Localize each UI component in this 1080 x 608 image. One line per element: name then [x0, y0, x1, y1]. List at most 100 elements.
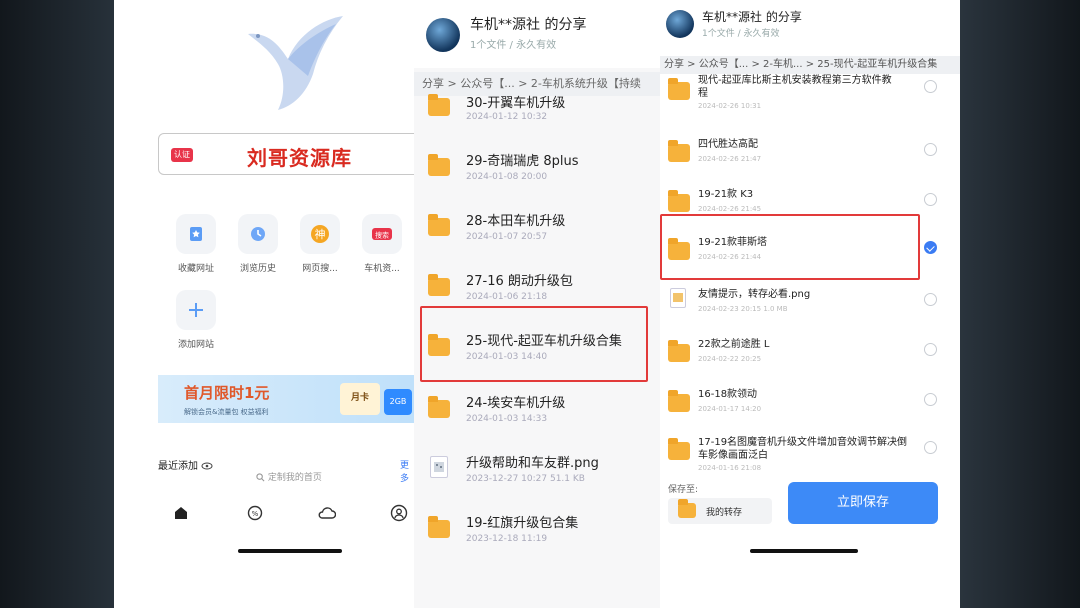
list-item[interactable]: 16-18款领动 2024-01-17 14:20 [660, 386, 960, 420]
app-label: 添加网站 [177, 340, 214, 350]
item-name: 27-16 朗动升级包 [466, 274, 573, 289]
folder-icon [428, 214, 450, 236]
customize-homepage-link[interactable]: 定制我的首页 [256, 470, 322, 483]
promo-subtitle: 解锁会员&流量包 权益福利 [184, 408, 269, 416]
promo-card-data: 2GB [384, 389, 412, 415]
promo-banner[interactable]: 首月限时1元 解锁会员&流量包 权益福利 月卡 2GB [158, 375, 414, 423]
item-date: 2023-12-18 11:19 [466, 534, 548, 544]
highlight-box [420, 306, 648, 382]
item-name: 28-本田车机升级 [466, 214, 566, 229]
recent-added-label: 最近添加 [158, 457, 213, 472]
list-item[interactable]: 24-埃安车机升级 2024-01-03 14:33 [414, 390, 660, 434]
video-frame: 认证 刘哥资源库 收藏网址 浏览历史 神 网页搜... 搜索 车机资... 添加… [0, 0, 1080, 608]
customize-homepage-text: 定制我的首页 [267, 473, 322, 483]
folder-icon [428, 516, 450, 538]
webpage-search-icon: 神 [300, 214, 340, 254]
tab-discover[interactable]: % [244, 502, 266, 524]
brand-title: 刘哥资源库 [247, 146, 352, 170]
svg-text:%: % [252, 510, 259, 518]
list-item[interactable]: 30-开翼车机升级 2024-01-12 10:32 [414, 88, 660, 128]
select-checkbox[interactable] [924, 343, 937, 356]
list-item[interactable]: 22款之前途胜 L 2024-02-22 20:25 [660, 336, 960, 370]
save-to-label: 保存至: [668, 485, 699, 495]
folder-icon [428, 274, 450, 296]
folder-icon [668, 390, 690, 412]
cloud-icon [318, 507, 336, 519]
list-item[interactable]: 四代胜达高配 2024-02-26 21:47 [660, 136, 960, 170]
share-header: 车机**源社 的分享 1个文件 / 永久有效 [414, 0, 660, 68]
save-destination-name: 我的转存 [706, 508, 743, 518]
share-subtitle: 1个文件 / 永久有效 [702, 29, 780, 39]
folder-icon [668, 340, 690, 362]
folder-icon [678, 499, 696, 518]
select-checkbox[interactable] [924, 143, 937, 156]
list-item[interactable]: 17-19名图魔音机升级文件增加音效调节解决倒车影像画面泛白 2024-01-1… [660, 434, 960, 474]
save-destination-picker[interactable]: 我的转存 [668, 498, 772, 524]
select-checkbox[interactable] [924, 80, 937, 93]
app-label: 浏览历史 [239, 264, 276, 274]
verified-badge: 认证 [171, 148, 193, 162]
select-checkbox-checked[interactable] [924, 241, 937, 254]
app-label: 网页搜... [302, 264, 338, 274]
app-webpage-search[interactable]: 神 网页搜... [292, 214, 348, 274]
select-checkbox[interactable] [924, 193, 937, 206]
item-date: 2024-01-07 20:57 [466, 232, 548, 242]
home-indicator [750, 549, 858, 553]
history-icon [238, 214, 278, 254]
app-car-resource[interactable]: 搜索 车机资... [354, 214, 410, 274]
item-meta: 2024-02-23 20:15 1.0 MB [698, 305, 788, 313]
item-name: 友情提示，转存必看.png [698, 289, 811, 300]
select-checkbox[interactable] [924, 393, 937, 406]
tab-home[interactable] [170, 502, 192, 524]
folder-icon [428, 396, 450, 418]
item-name: 22款之前途胜 L [698, 339, 770, 350]
app-label: 收藏网址 [177, 264, 214, 274]
dark-left-edge [0, 0, 114, 608]
list-item[interactable]: 19-红旗升级包合集 2023-12-18 11:19 [414, 510, 660, 554]
bottom-tab-bar: % [170, 502, 414, 528]
promo-title: 首月限时1元 [184, 384, 270, 402]
brand-search-bar[interactable]: 认证 刘哥资源库 [158, 133, 414, 175]
list-item[interactable]: 28-本田车机升级 2024-01-07 20:57 [414, 208, 660, 252]
item-name: 现代-起亚库比斯主机安装教程第三方软件教程 [698, 75, 892, 99]
item-name: 19-21款 K3 [698, 189, 754, 200]
user-icon [390, 504, 408, 522]
list-item[interactable]: 29-奇瑞瑞虎 8plus 2024-01-08 20:00 [414, 148, 660, 192]
search-icon [256, 473, 265, 482]
save-now-button[interactable]: 立即保存 [788, 482, 938, 524]
item-date: 2024-01-12 10:32 [466, 112, 548, 122]
item-size: 51.1 KB [549, 474, 585, 484]
item-name: 升级帮助和车友群.png [466, 456, 599, 471]
car-resource-icon: 搜索 [362, 214, 402, 254]
item-name: 29-奇瑞瑞虎 8plus [466, 154, 579, 169]
list-item[interactable]: 升级帮助和车友群.png 2023-12-27 10:27 51.1 KB [414, 450, 660, 494]
tab-profile[interactable] [388, 502, 410, 524]
browser-home-panel: 认证 刘哥资源库 收藏网址 浏览历史 神 网页搜... 搜索 车机资... 添加… [114, 0, 414, 608]
select-checkbox[interactable] [924, 293, 937, 306]
share-list-panel: 车机**源社 的分享 1个文件 / 永久有效 分享 > 公众号【... > 2-… [414, 0, 660, 608]
tab-cloud[interactable] [316, 502, 338, 524]
home-indicator [238, 549, 342, 553]
item-meta: 2023-12-27 10:27 51.1 KB [466, 474, 585, 484]
app-add-site[interactable]: 添加网站 [168, 290, 224, 350]
share-title: 车机**源社 的分享 [702, 10, 802, 24]
app-history[interactable]: 浏览历史 [230, 214, 286, 274]
plus-icon [176, 290, 216, 330]
list-item[interactable]: 现代-起亚库比斯主机安装教程第三方软件教程 2024-02-26 10:31 [660, 74, 960, 114]
item-name: 17-19名图魔音机升级文件增加音效调节解决倒车影像画面泛白 [698, 437, 908, 461]
item-date: 2024-02-23 20:15 [698, 305, 762, 313]
item-date: 2023-12-27 10:27 [466, 474, 548, 484]
breadcrumb[interactable]: 分享 > 公众号【... > 2-车机... > 25-现代-起亚车机升级合集 [660, 56, 960, 74]
folder-icon [668, 438, 690, 460]
more-link[interactable]: 更多 [400, 458, 414, 484]
app-bookmarks[interactable]: 收藏网址 [168, 214, 224, 274]
select-checkbox[interactable] [924, 441, 937, 454]
item-size: 1.0 MB [763, 305, 788, 313]
image-file-icon [430, 456, 448, 478]
image-file-icon [670, 288, 686, 308]
list-item[interactable]: 友情提示，转存必看.png 2024-02-23 20:15 1.0 MB [660, 286, 960, 320]
svg-text:神: 神 [315, 227, 326, 241]
item-date: 2024-01-06 21:18 [466, 292, 548, 302]
promo-card-monthly: 月卡 [340, 383, 380, 415]
highlight-box [660, 214, 920, 280]
